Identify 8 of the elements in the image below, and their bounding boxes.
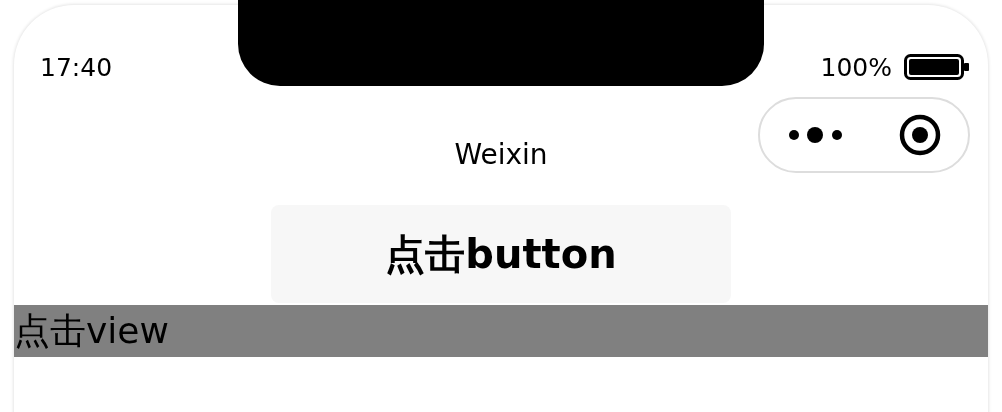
close-target-icon[interactable]	[898, 114, 941, 156]
tap-button[interactable]: 点击button	[271, 205, 731, 303]
battery-icon	[904, 54, 970, 80]
nav-title: Weixin	[454, 137, 548, 171]
status-time: 17:40	[40, 52, 113, 82]
battery-percent: 100%	[820, 52, 892, 82]
tap-view[interactable]: 点击view	[14, 305, 988, 357]
more-icon[interactable]	[787, 126, 844, 144]
